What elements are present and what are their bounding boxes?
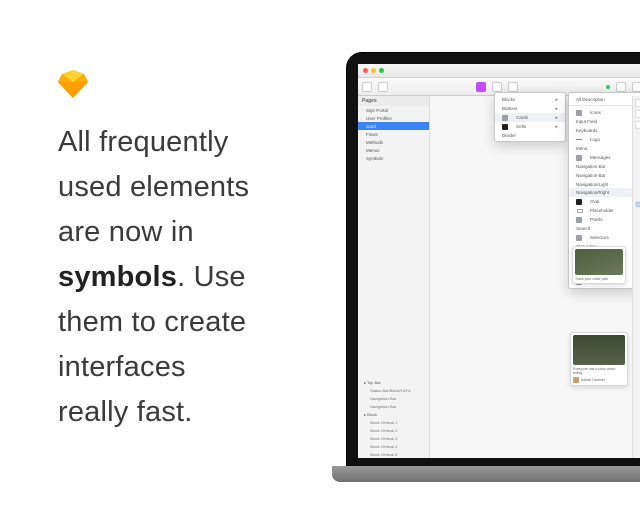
avatar-icon — [573, 377, 579, 383]
copy-line: interfaces — [58, 351, 186, 383]
menu-item[interactable]: Blocks▸ — [495, 95, 565, 104]
inspector-panel — [632, 96, 640, 458]
menu-item[interactable]: Menu▸ — [569, 144, 640, 153]
minimize-window-button[interactable] — [371, 68, 376, 73]
points-icon — [576, 217, 582, 223]
layer-item[interactable]: Block Vertical 5 — [358, 450, 429, 458]
card-image-icon — [573, 335, 625, 365]
app-window: Pages Sign Portal User Profiles Card Flo… — [358, 64, 640, 458]
toolbar-button[interactable] — [362, 82, 372, 92]
menu-item[interactable]: Oval▸ — [569, 197, 640, 206]
menu-item[interactable]: Logo▸ — [569, 135, 640, 144]
page-item[interactable]: User Profiles — [358, 114, 429, 122]
card-icon — [502, 115, 508, 121]
selectors-icon — [576, 235, 582, 241]
cell-icon — [502, 124, 508, 130]
copy-line: All frequently — [58, 126, 228, 158]
copy-line: used elements — [58, 171, 249, 203]
copy-line: them to create — [58, 306, 246, 338]
menu-item[interactable]: Search▸ — [569, 224, 640, 233]
layer-item[interactable]: Block Vertical 3 — [358, 434, 429, 442]
menu-item[interactable]: Cards▸ — [495, 113, 565, 122]
toolbar-button[interactable] — [508, 82, 518, 92]
menu-item[interactable]: Navigation/Right▸ — [569, 188, 640, 197]
canvas-card-preview[interactable]: Everyone has a story worth telling Adria… — [570, 332, 628, 386]
zoom-window-button[interactable] — [379, 68, 384, 73]
sketch-logo-icon — [58, 70, 88, 103]
icons-icon — [576, 110, 582, 116]
layer-item[interactable]: Block Vertical 2 — [358, 426, 429, 434]
window-titlebar — [358, 64, 640, 78]
placeholder-icon — [577, 209, 583, 213]
page-item[interactable]: Symbols — [358, 154, 429, 162]
chevron-right-icon: ▸ — [555, 115, 558, 121]
menu-item[interactable]: Placeholder▸ — [569, 206, 640, 215]
menu-item[interactable]: All Description — [569, 95, 640, 103]
marketing-copy: All frequently used elements are now in … — [58, 120, 328, 435]
search-icon[interactable]: 🔍 — [635, 202, 640, 210]
menu-item[interactable]: Messages▸ — [569, 153, 640, 162]
toolbar-button[interactable] — [492, 82, 502, 92]
menu-item[interactable]: Navigation Bar▸ — [569, 171, 640, 180]
menu-item[interactable]: Navigation/Light — [569, 180, 640, 188]
menu-item[interactable]: Input Field▸ — [569, 117, 640, 126]
inspector-field[interactable] — [635, 121, 640, 129]
menu-item[interactable]: Navigation Bar▸ — [569, 162, 640, 171]
laptop-mockup: Pages Sign Portal User Profiles Card Flo… — [346, 52, 640, 482]
layer-item[interactable]: Navigation Bar — [358, 402, 429, 410]
card-caption: Track your route path — [575, 277, 623, 281]
layers-sidebar: Pages Sign Portal User Profiles Card Flo… — [358, 96, 430, 458]
chevron-right-icon: ▸ — [555, 106, 558, 112]
copy-bold: symbols — [58, 261, 177, 293]
menu-item[interactable]: Selectors▸ — [569, 233, 640, 242]
logo-icon — [576, 139, 582, 140]
chevron-right-icon: ▸ — [555, 97, 558, 103]
menu-item[interactable]: Points▸ — [569, 215, 640, 224]
copy-line: are now in — [58, 216, 194, 248]
inspector-field[interactable] — [635, 99, 640, 107]
symbols-toolbar-icon[interactable] — [476, 82, 486, 92]
status-indicator-icon — [606, 85, 610, 89]
pages-panel-header: Pages — [358, 96, 429, 106]
menu-item[interactable]: Cells▸ — [495, 122, 565, 131]
close-window-button[interactable] — [363, 68, 368, 73]
symbols-menu-level-1: Blocks▸ Buttons▸ Cards▸ Cells▸ Divider — [494, 92, 566, 142]
page-item[interactable]: Flows — [358, 130, 429, 138]
layer-item[interactable]: Block Vertical 1 — [358, 418, 429, 426]
menu-item[interactable]: Icons▸ — [569, 108, 640, 117]
menu-item[interactable]: Divider — [495, 131, 565, 139]
layer-item[interactable]: Navigation Bar — [358, 394, 429, 402]
canvas-card-preview[interactable]: Track your route path — [572, 246, 626, 284]
page-item[interactable]: Methods — [358, 138, 429, 146]
page-item-selected[interactable]: Card — [358, 122, 429, 130]
toolbar-button[interactable] — [632, 82, 640, 92]
card-image-icon — [575, 249, 623, 275]
toolbar-button[interactable] — [378, 82, 388, 92]
layer-group[interactable]: Block — [358, 410, 429, 418]
menu-item[interactable]: Buttons▸ — [495, 104, 565, 113]
layer-group[interactable]: Top Bar — [358, 378, 429, 386]
page-item[interactable]: Menus — [358, 146, 429, 154]
card-author: Adrian Gardner — [581, 378, 605, 382]
copy-line: . Use — [177, 261, 246, 293]
canvas[interactable]: Blocks▸ Buttons▸ Cards▸ Cells▸ Divider A… — [430, 96, 640, 458]
copy-line: really fast. — [58, 396, 193, 428]
chevron-right-icon: ▸ — [555, 124, 558, 130]
menu-item[interactable]: Keyboards▸ — [569, 126, 640, 135]
card-caption: Everyone has a story worth telling — [573, 367, 625, 375]
page-item[interactable]: Sign Portal — [358, 106, 429, 114]
inspector-field[interactable] — [635, 110, 640, 118]
layer-item[interactable]: Status Bar/Black/100% — [358, 386, 429, 394]
layer-item[interactable]: Block Vertical 4 — [358, 442, 429, 450]
oval-icon — [576, 199, 582, 205]
messages-icon — [576, 155, 582, 161]
toolbar-button[interactable] — [616, 82, 626, 92]
